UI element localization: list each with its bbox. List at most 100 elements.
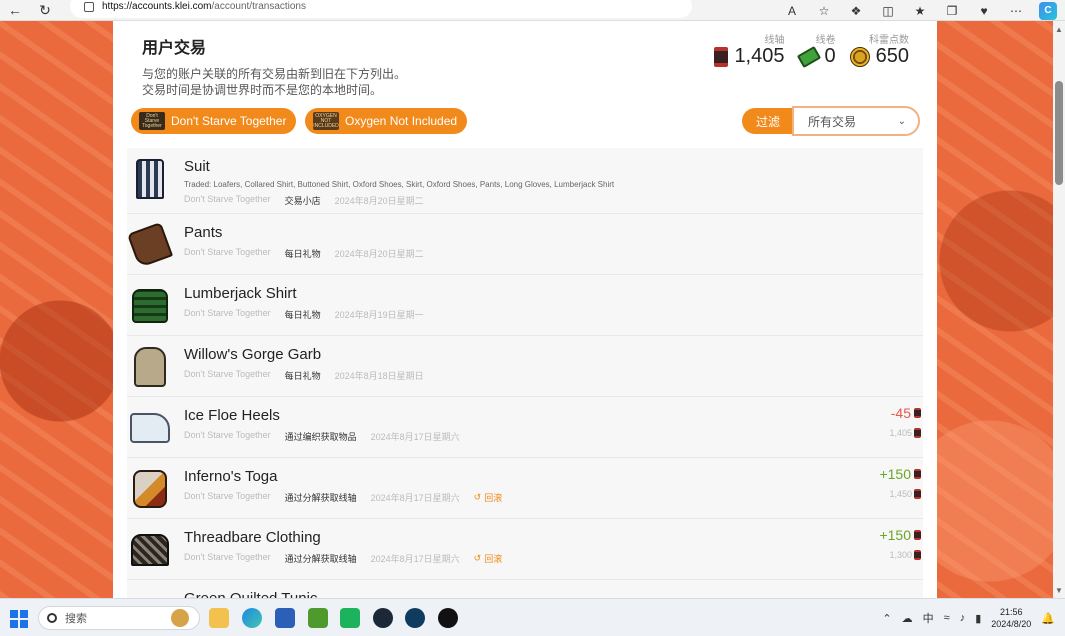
ticket-icon (796, 45, 821, 68)
page-title: 用户交易 (142, 40, 207, 57)
read-aloud-icon[interactable]: A (783, 2, 801, 20)
klei-points-value: 650 (875, 45, 909, 67)
transaction-row[interactable]: Inferno's Toga Don't Starve Together 通过分… (127, 458, 923, 519)
url-path: /account/transactions (211, 0, 307, 12)
favorite-icon[interactable]: ☆ (815, 2, 833, 20)
scroll-up-icon[interactable]: ▲ (1053, 23, 1065, 35)
app-icon[interactable] (405, 608, 425, 628)
ticket-balance: 线卷 0 (796, 31, 836, 68)
transaction-detail: Traded: Loafers, Collared Shirt, Buttone… (184, 180, 615, 189)
transaction-date: 2024年8月17日星期六 (370, 554, 460, 564)
windows-start-icon[interactable] (10, 610, 28, 628)
spool-balance: 线轴 1,405 (714, 31, 785, 68)
edge-icon[interactable] (242, 608, 262, 628)
browser-toolbar: ← ↻ https://accounts.klei.com/account/tr… (0, 0, 1065, 21)
spool-icon (714, 46, 729, 67)
filter-game-dst[interactable]: Don't Starve Together Don't Starve Toget… (131, 108, 297, 134)
transaction-type: 通过分解获取线轴 (284, 554, 357, 564)
transaction-row[interactable]: Willow's Gorge Garb Don't Starve Togethe… (127, 336, 923, 397)
transaction-row[interactable]: Ice Floe Heels Don't Starve Together 通过编… (127, 397, 923, 458)
page-scrollbar[interactable]: ▲ ▼ (1053, 21, 1065, 598)
rollback-link[interactable]: ↺ 回滚 (474, 491, 503, 504)
copilot-icon[interactable]: C (1039, 1, 1057, 20)
transaction-amount: -45 (891, 405, 921, 421)
transaction-type: 每日礼物 (284, 249, 321, 259)
notification-bell-icon[interactable]: 🔔 (1041, 612, 1055, 625)
lumberjack-shirt-item-icon (127, 283, 173, 329)
suit-item-icon (127, 156, 173, 202)
search-icon (47, 613, 57, 623)
balance-after: 1,300 (889, 550, 921, 560)
messaging-app-icon[interactable] (340, 608, 360, 628)
transaction-row[interactable]: Suit Traded: Loafers, Collared Shirt, Bu… (127, 148, 923, 214)
klei-points-balance: 科雷点数 650 (849, 31, 909, 68)
more-icon[interactable]: ⋯ (1007, 2, 1025, 20)
transaction-row[interactable]: Pants Don't Starve Together 每日礼物 2024年8月… (126, 214, 923, 275)
amount-value: +150 (879, 466, 911, 482)
amount-value: +150 (879, 527, 911, 543)
spool-label: 线轴 (764, 35, 785, 46)
address-bar[interactable]: https://accounts.klei.com/account/transa… (70, 0, 692, 18)
file-explorer-icon[interactable] (209, 608, 229, 628)
transaction-game: Don't Starve Together (184, 430, 271, 440)
filter-selected-value: 所有交易 (808, 114, 857, 129)
transaction-type-select[interactable]: 所有交易 ⌄ (792, 106, 920, 136)
transaction-date: 2024年8月19日星期一 (334, 310, 424, 320)
ime-indicator[interactable]: 中 (923, 610, 934, 626)
steam-icon[interactable] (373, 608, 393, 628)
chevron-up-icon[interactable]: ⌃ (882, 612, 891, 625)
transaction-row[interactable]: Green Quilted Tunic (127, 580, 923, 598)
ticket-label: 线卷 (815, 35, 836, 46)
undo-icon: ↺ (473, 553, 482, 563)
system-tray: ⌃ ☁ 中 ≈ ♪ ▮ 21:56 2024/8/20 🔔 (882, 599, 1055, 636)
transaction-game: Don't Starve Together (184, 194, 271, 204)
wifi-icon[interactable]: ≈ (944, 612, 950, 624)
ticket-value: 0 (824, 45, 836, 67)
filter-label: 过滤 (742, 108, 794, 134)
refresh-icon[interactable]: ↻ (30, 0, 60, 21)
transaction-row[interactable]: Lumberjack Shirt Don't Starve Together 每… (127, 275, 923, 336)
extensions-icon[interactable]: ❖ (847, 2, 865, 20)
threadbare-clothing-item-icon (127, 527, 173, 573)
page-description: 与您的账户关联的所有交易由新到旧在下方列出。 交易时间是协调世界时而不是您的本地… (142, 66, 406, 98)
klei-points-label: 科雷点数 (869, 35, 909, 46)
oni-logo-icon: OXYGEN NOT INCLUDED (313, 112, 339, 130)
transaction-game: Don't Starve Together (184, 369, 271, 379)
onedrive-icon[interactable]: ☁ (902, 612, 913, 625)
balance-after: 1,405 (889, 428, 921, 438)
minecraft-icon[interactable] (308, 608, 328, 628)
transaction-title: Inferno's Toga (184, 468, 278, 485)
collections-icon[interactable]: ❐ (943, 2, 961, 20)
transaction-amount: +150 (879, 466, 921, 482)
qq-icon[interactable] (438, 608, 458, 628)
split-screen-icon[interactable]: ◫ (879, 2, 897, 20)
game-oni-label: Oxygen Not Included (345, 114, 458, 128)
scrollbar-thumb[interactable] (1055, 81, 1063, 185)
transaction-type: 交易小店 (284, 196, 321, 206)
chevron-down-icon: ⌄ (897, 116, 906, 127)
clock-time: 21:56 (1000, 607, 1023, 617)
taskbar-search[interactable]: 搜索 (38, 606, 200, 630)
search-placeholder: 搜索 (65, 613, 87, 625)
transaction-date: 2024年8月17日星期六 (370, 432, 460, 442)
site-info-icon[interactable] (84, 2, 94, 12)
spool-icon (914, 489, 921, 499)
transaction-title: Pants (184, 224, 223, 241)
store-icon[interactable] (275, 608, 295, 628)
amount-value: -45 (890, 405, 911, 421)
scroll-down-icon[interactable]: ▼ (1053, 584, 1065, 596)
filter-game-oni[interactable]: OXYGEN NOT INCLUDED Oxygen Not Included (305, 108, 468, 134)
back-icon[interactable]: ← (0, 0, 30, 21)
rollback-link[interactable]: ↺ 回滚 (474, 552, 503, 565)
performance-icon[interactable]: ♥ (975, 2, 993, 20)
clock[interactable]: 21:56 2024/8/20 (991, 606, 1031, 630)
transaction-row[interactable]: Threadbare Clothing Don't Starve Togethe… (127, 519, 923, 580)
battery-icon[interactable]: ▮ (975, 612, 981, 625)
description-line-2: 交易时间是协调世界时而不是您的本地时间。 (142, 83, 383, 97)
volume-icon[interactable]: ♪ (960, 612, 966, 624)
undo-icon: ↺ (473, 492, 482, 502)
favorites-icon[interactable]: ★ (911, 2, 929, 20)
clock-date: 2024/8/20 (991, 619, 1032, 629)
url-host: https://accounts.klei.com (102, 0, 212, 12)
transaction-title: Ice Floe Heels (184, 407, 280, 424)
